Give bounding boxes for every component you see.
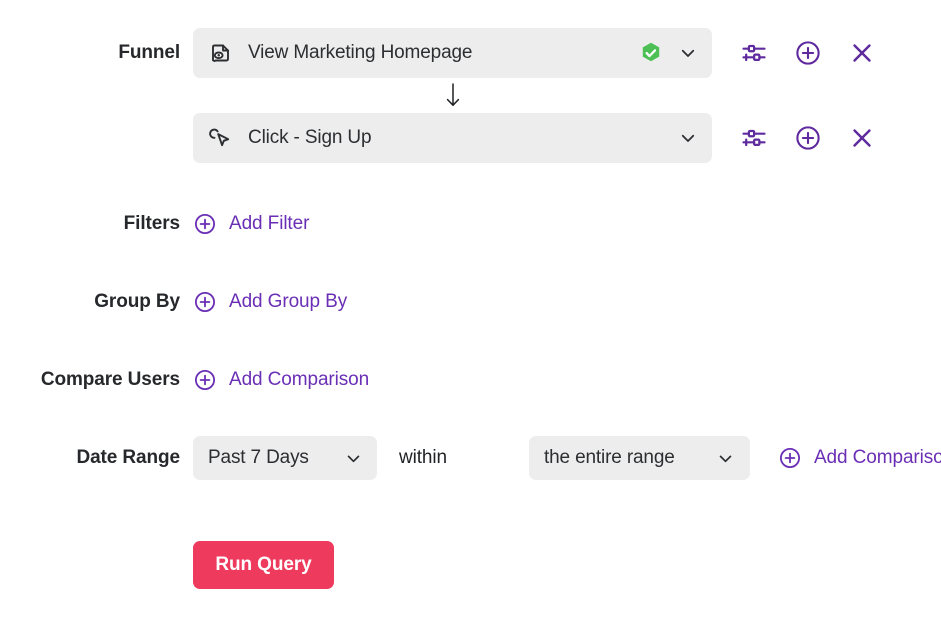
date-range-conjunction: within [399, 447, 447, 468]
filter-settings-icon[interactable] [737, 36, 771, 70]
add-step-icon[interactable] [791, 36, 825, 70]
arrow-down-icon [442, 82, 464, 108]
page-view-icon [208, 40, 234, 66]
add-group-by-label: Add Group By [229, 291, 348, 312]
date-range-scope-value: the entire range [543, 447, 675, 468]
plus-circle-icon [193, 368, 217, 392]
date-range-row: Date Range Past 7 Days within the entire… [0, 436, 941, 480]
date-range-value: Past 7 Days [208, 447, 309, 468]
verified-check-badge-icon [638, 40, 664, 66]
funnel-label: Funnel [118, 42, 180, 63]
add-comparison-label: Add Comparison [229, 369, 370, 390]
funnel-connector [0, 82, 941, 108]
funnel-query-builder: Funnel View Marketing Homepage Click - S… [0, 0, 941, 617]
chevron-down-icon [344, 449, 362, 467]
funnel-step-actions-2 [737, 121, 879, 155]
chevron-down-icon[interactable] [678, 128, 698, 148]
remove-step-icon[interactable] [845, 36, 879, 70]
date-range-add-comparison-label: Add Comparison [813, 447, 941, 468]
add-step-icon[interactable] [791, 121, 825, 155]
compare-users-row: Compare Users Add Comparison [0, 364, 941, 396]
add-group-by-button[interactable]: Add Group By [193, 290, 347, 314]
date-range-label: Date Range [76, 447, 180, 468]
funnel-step-text-2: Click - Sign Up [248, 127, 372, 148]
funnel-step-field-2[interactable]: Click - Sign Up [193, 113, 712, 163]
add-filter-label: Add Filter [229, 213, 310, 234]
group-by-row: Group By Add Group By [0, 286, 941, 318]
chevron-down-icon[interactable] [678, 43, 698, 63]
filters-label: Filters [123, 213, 180, 234]
run-query-button[interactable]: Run Query [193, 541, 334, 589]
funnel-step-field-1[interactable]: View Marketing Homepage [193, 28, 712, 78]
chevron-down-icon [717, 449, 735, 467]
add-comparison-button[interactable]: Add Comparison [193, 368, 369, 392]
plus-circle-icon [778, 446, 802, 470]
funnel-step-row-1: Funnel View Marketing Homepage [0, 28, 941, 78]
compare-users-label: Compare Users [40, 369, 180, 390]
date-range-add-comparison-button[interactable]: Add Comparison [778, 446, 941, 470]
date-range-select[interactable]: Past 7 Days [193, 436, 377, 480]
funnel-step-actions-1 [737, 36, 879, 70]
funnel-step-text-1: View Marketing Homepage [248, 42, 473, 63]
date-range-scope-select[interactable]: the entire range [528, 436, 750, 480]
plus-circle-icon [193, 212, 217, 236]
remove-step-icon[interactable] [845, 121, 879, 155]
filter-settings-icon[interactable] [737, 121, 771, 155]
plus-circle-icon [193, 290, 217, 314]
funnel-step-row-2: Click - Sign Up [0, 113, 941, 163]
filters-row: Filters Add Filter [0, 208, 941, 240]
group-by-label: Group By [94, 291, 180, 312]
add-filter-button[interactable]: Add Filter [193, 212, 309, 236]
click-cursor-icon [208, 125, 234, 151]
